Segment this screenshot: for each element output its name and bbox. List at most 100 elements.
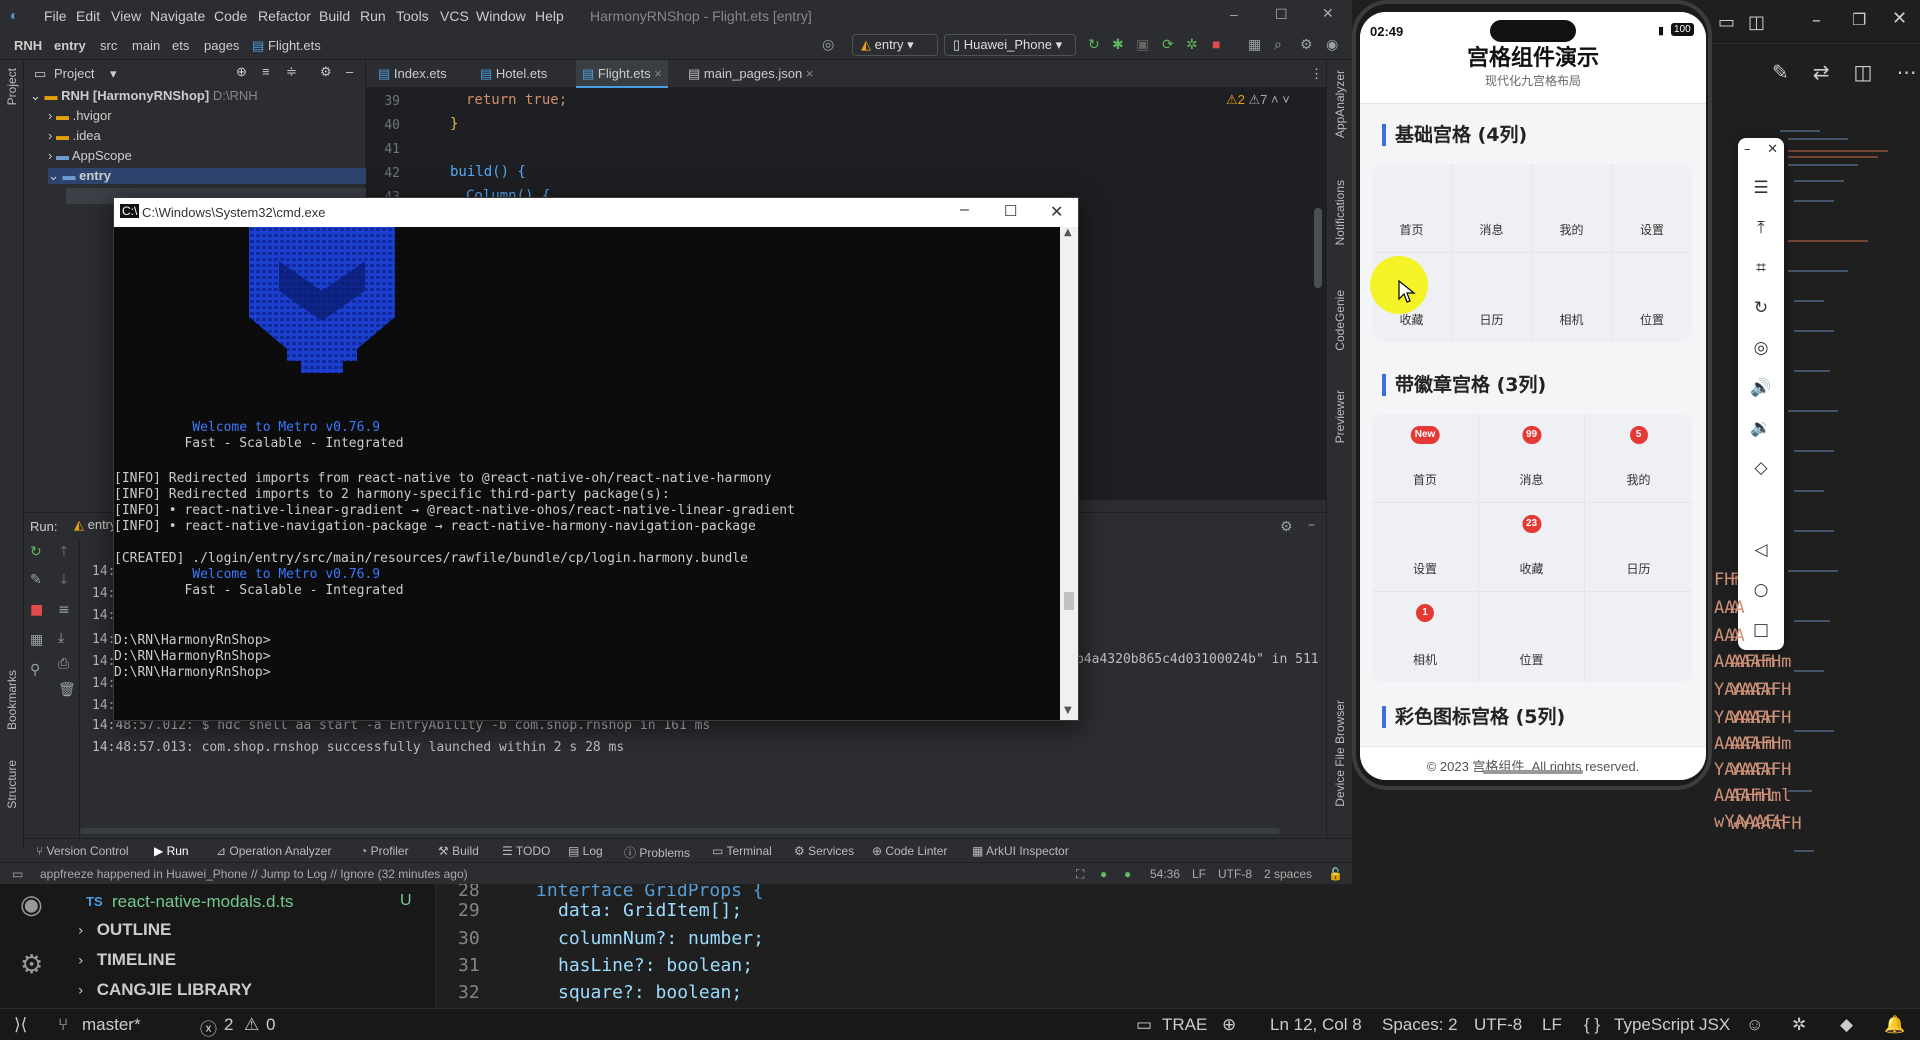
grid-item[interactable]: New 首页 xyxy=(1372,414,1479,503)
tree-item-idea[interactable]: › ▬ .idea xyxy=(48,128,101,143)
indentation[interactable]: Spaces: 2 xyxy=(1382,1015,1458,1035)
more-icon[interactable]: ⋯ xyxy=(1896,60,1916,90)
bookmarks-tool-tab[interactable]: Bookmarks xyxy=(5,670,19,730)
breadcrumb-item[interactable]: src xyxy=(100,38,117,53)
horizontal-scrollbar[interactable] xyxy=(80,828,1280,834)
home-indicator[interactable] xyxy=(1483,770,1583,774)
menu-vcs[interactable]: VCS xyxy=(440,8,469,24)
device-select[interactable]: ▯ Huawei_Phone ▾ xyxy=(944,34,1076,56)
profile-icon[interactable]: ✲ xyxy=(1186,36,1198,53)
menu-edit[interactable]: Edit xyxy=(76,8,100,24)
debug-icon[interactable]: ✱ xyxy=(1112,36,1124,53)
recents-icon[interactable]: □ xyxy=(1738,620,1784,640)
wrench-icon[interactable]: ✎ xyxy=(30,572,42,588)
rotate-icon[interactable]: ↻ xyxy=(1738,298,1784,318)
inspection-widget[interactable]: ⚠2 ⚠7 ˄ ˅ xyxy=(1226,92,1290,108)
breadcrumb-item[interactable]: RNH xyxy=(14,38,42,53)
settings-icon[interactable]: ⚙ xyxy=(1280,519,1293,535)
tab-services[interactable]: ⚙ Services xyxy=(794,844,854,858)
device-file-browser-tool-tab[interactable]: Device File Browser xyxy=(1333,700,1347,807)
volume-up-icon[interactable]: 🔊 xyxy=(1738,378,1784,398)
reload-icon[interactable]: ⟳ xyxy=(1162,36,1174,53)
trash-icon[interactable]: 🗑 xyxy=(58,682,76,698)
breadcrumb-item[interactable]: ets xyxy=(172,38,189,53)
more-icon[interactable]: ⋮ xyxy=(1310,66,1323,82)
maximize-icon[interactable]: ☐ xyxy=(1004,202,1017,220)
rerun-icon[interactable]: ↻ xyxy=(30,544,42,560)
tab-problems[interactable]: ⓘ Problems xyxy=(624,844,690,861)
close-tab-icon[interactable]: × xyxy=(654,66,662,81)
menu-window[interactable]: Window xyxy=(476,8,526,24)
account-icon[interactable]: ◉ xyxy=(20,890,43,920)
chevron-up-icon[interactable]: ˄ xyxy=(1271,92,1279,107)
tab-main-pages[interactable]: ▤ main_pages.json × xyxy=(688,66,813,82)
pin-top-icon[interactable]: ⤒ xyxy=(1738,218,1784,238)
grid-item[interactable]: 5 我的 xyxy=(1585,414,1692,503)
minimap[interactable] xyxy=(1780,130,1900,960)
copilot-icon[interactable]: ☺ xyxy=(1746,1015,1763,1035)
editor-scrollbar[interactable] xyxy=(1314,208,1322,288)
close-tab-icon[interactable]: × xyxy=(806,66,814,81)
compare-icon[interactable]: ⇄ xyxy=(1813,60,1830,90)
structure-tool-tab[interactable]: Structure xyxy=(5,760,19,809)
soft-wrap-icon[interactable]: ≡ xyxy=(58,602,70,618)
run-config-select[interactable]: ◭ entry ▾ xyxy=(852,34,938,56)
grid-item[interactable]: 日历 xyxy=(1585,503,1692,592)
breadcrumb-item[interactable]: entry xyxy=(54,38,86,53)
breadcrumb-item[interactable]: pages xyxy=(204,38,239,53)
menu-build[interactable]: Build xyxy=(319,8,350,24)
menu-file[interactable]: File xyxy=(44,8,67,24)
tree-item-root[interactable]: ⌄ ▬ RNH [HarmonyRNShop] D:\RNH xyxy=(30,88,258,104)
split-layout-icon[interactable]: ◫ xyxy=(1748,12,1765,33)
minimize-icon[interactable]: – xyxy=(1230,6,1238,22)
cangjie-library-section[interactable]: › CANGJIE LIBRARY xyxy=(78,980,434,1002)
target-icon[interactable]: ◎ xyxy=(1738,338,1784,358)
menu-icon[interactable]: ☰ xyxy=(1738,178,1784,198)
warning-count[interactable]: 0 xyxy=(266,1015,275,1035)
attach-debugger-icon[interactable]: ▣ xyxy=(1136,36,1149,53)
tab-index[interactable]: ▤ Index.ets xyxy=(378,66,447,82)
tree-item-appscope[interactable]: › ▬ AppScope xyxy=(48,148,132,163)
eol[interactable]: LF xyxy=(1542,1015,1562,1035)
chevron-down-icon[interactable]: ˅ xyxy=(1279,92,1290,107)
scroll-down-icon[interactable]: ▼ xyxy=(1064,705,1072,716)
run-tab-entry[interactable]: ◭ entry xyxy=(74,517,117,533)
close-icon[interactable]: ✕ xyxy=(1322,5,1334,22)
caret-position[interactable]: 54:36 xyxy=(1150,867,1180,881)
settings-icon[interactable]: ⚙ xyxy=(1300,36,1313,53)
vscode-code-editor[interactable]: 28 interface GridProps { 29 data: GridIt… xyxy=(436,880,1712,1020)
locate-icon[interactable]: ⊕ xyxy=(236,64,247,80)
account-icon[interactable]: ◉ xyxy=(1326,36,1338,53)
expand-icon[interactable]: ≑ xyxy=(286,64,297,80)
restore-icon[interactable]: ❐ xyxy=(1852,10,1866,29)
tab-todo[interactable]: ☰ TODO xyxy=(502,844,550,858)
file-item[interactable]: react-native-modals.d.ts xyxy=(112,892,293,912)
breadcrumb-item[interactable]: Flight.ets xyxy=(268,38,321,53)
indent-setting[interactable]: 2 spaces xyxy=(1264,867,1312,881)
close-icon[interactable]: ✕ xyxy=(1738,142,1784,157)
collapse-icon[interactable]: ≡ xyxy=(262,64,270,79)
maximize-icon[interactable]: ☐ xyxy=(1275,6,1288,23)
lock-icon[interactable]: 🔓 xyxy=(1328,867,1343,881)
minimize-icon[interactable]: – xyxy=(1812,10,1821,31)
device-manager-icon[interactable]: ▦ xyxy=(1248,36,1261,53)
project-panel-title[interactable]: Project xyxy=(54,66,94,81)
tab-arkui-inspector[interactable]: ▦ ArkUI Inspector xyxy=(972,844,1069,858)
edit-icon[interactable]: ✎ xyxy=(1772,60,1789,90)
menu-tools[interactable]: Tools xyxy=(396,8,429,24)
erase-icon[interactable]: ◇ xyxy=(1738,458,1784,478)
tab-terminal[interactable]: ▭ Terminal xyxy=(712,844,772,858)
breadcrumb-item[interactable]: main xyxy=(132,38,160,53)
status-message[interactable]: appfreeze happened in Huawei_Phone // Ju… xyxy=(40,867,468,881)
scrollbar-thumb[interactable] xyxy=(1064,592,1074,610)
line-separator[interactable]: LF xyxy=(1192,867,1206,881)
settings-gear-icon[interactable]: ⚙ xyxy=(20,950,43,980)
grid-item[interactable]: 消息 xyxy=(1452,164,1532,253)
tab-flight[interactable]: ▤ Flight.ets × xyxy=(576,60,668,88)
crop-icon[interactable]: ⌗ xyxy=(1738,258,1784,278)
down-icon[interactable]: ↓ xyxy=(58,572,70,588)
accounts-icon[interactable]: ◆ xyxy=(1840,1015,1853,1035)
up-icon[interactable]: ↑ xyxy=(58,544,70,560)
cmd-scrollbar[interactable]: ▲ ▼ xyxy=(1060,227,1078,720)
grid-item[interactable]: 位置 xyxy=(1612,253,1692,342)
